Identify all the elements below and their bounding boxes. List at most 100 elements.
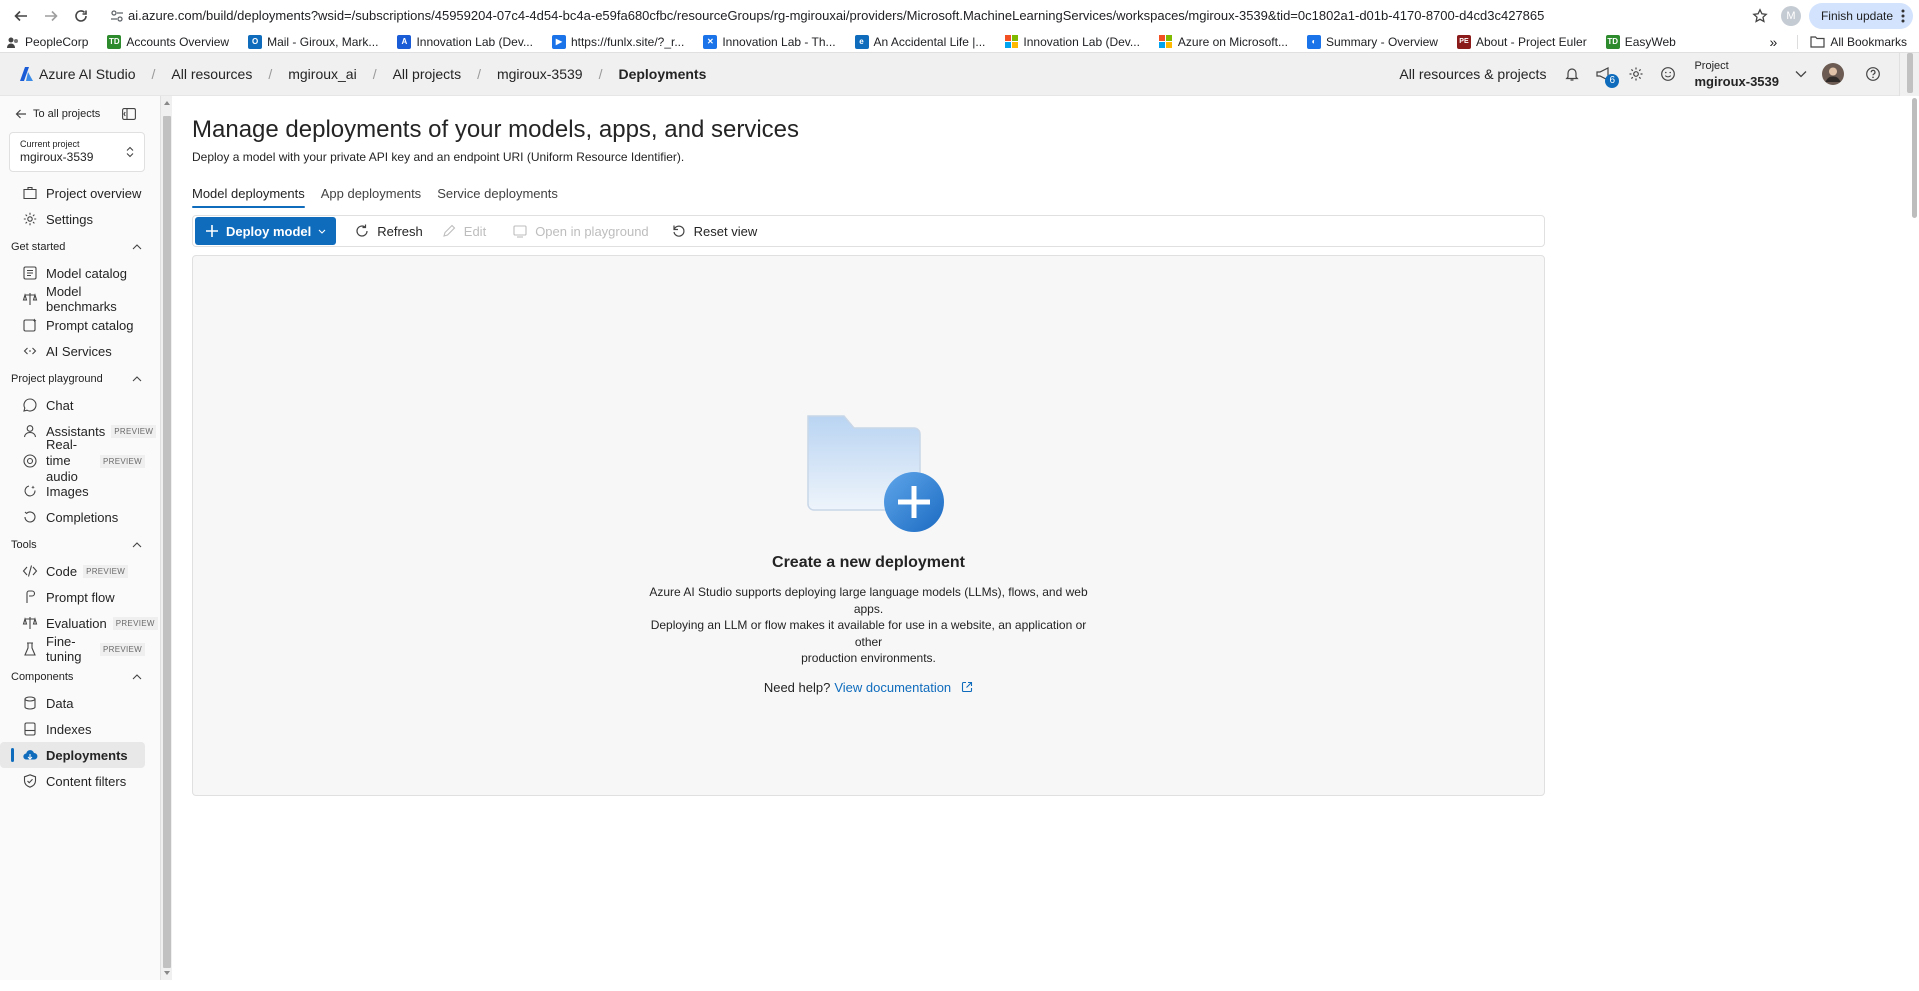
pencil-icon: [441, 223, 457, 239]
project-overview-icon: [22, 185, 38, 201]
help-icon[interactable]: [1857, 58, 1889, 90]
section-get-started[interactable]: Get started: [0, 234, 160, 260]
deployments-cloud-icon: [22, 747, 38, 763]
site-info-icon[interactable]: [106, 9, 128, 23]
sidebar: To all projects Current project mgiroux-…: [0, 96, 160, 980]
sidebar-item-project-overview[interactable]: Project overview: [0, 180, 145, 206]
deploy-model-button[interactable]: Deploy model: [195, 217, 337, 245]
preview-badge: PREVIEW: [100, 642, 145, 656]
images-icon: [22, 483, 38, 499]
help-line: Need help? View documentation: [193, 680, 1544, 695]
sidebar-item-prompt-catalog[interactable]: Prompt catalog: [0, 312, 145, 338]
breadcrumb-separator: /: [151, 66, 156, 82]
sidebar-scrollbar[interactable]: [160, 96, 172, 980]
open-in-playground-button[interactable]: Open in playground: [512, 223, 649, 239]
feedback-smiley-icon[interactable]: [1652, 58, 1684, 90]
sidebar-item-settings[interactable]: Settings: [0, 206, 145, 232]
realtime-audio-icon: [22, 453, 38, 469]
gear-icon[interactable]: [1620, 58, 1652, 90]
section-project-playground[interactable]: Project playground: [0, 366, 160, 392]
back-icon[interactable]: [6, 1, 36, 31]
address-bar[interactable]: ai.azure.com/build/deployments?wsid=/sub…: [106, 2, 1745, 30]
external-link-icon[interactable]: [961, 681, 973, 693]
preview-badge: PREVIEW: [83, 564, 129, 578]
profile-avatar[interactable]: M: [1780, 5, 1801, 26]
breadcrumb-project[interactable]: mgiroux-3539: [497, 66, 583, 82]
project-switcher[interactable]: Project mgiroux-3539: [1694, 59, 1779, 89]
breadcrumb-all-projects[interactable]: All projects: [393, 66, 461, 82]
bookmark-item[interactable]: O Mail - Giroux, Mark...: [248, 34, 378, 49]
bookmark-item[interactable]: PE About - Project Euler: [1456, 34, 1587, 49]
breadcrumb-all-resources[interactable]: All resources: [171, 66, 252, 82]
back-to-projects-link[interactable]: To all projects: [0, 102, 160, 126]
model-catalog-icon: [22, 265, 38, 281]
sidebar-item-images[interactable]: Images: [0, 478, 145, 504]
summary-icon: ◐: [1306, 34, 1321, 49]
bookmark-item[interactable]: Azure on Microsoft...: [1159, 35, 1288, 49]
sidebar-item-fine-tuning[interactable]: Fine-tuning PREVIEW: [0, 634, 145, 664]
sidebar-item-evaluation[interactable]: Evaluation PREVIEW: [0, 610, 158, 636]
main-scrollbar[interactable]: [1910, 96, 1919, 980]
page-scrollbar-top[interactable]: [1899, 52, 1919, 96]
folder-icon: [1810, 35, 1825, 48]
edit-button[interactable]: Edit: [441, 223, 486, 239]
new-folder-illustration: [193, 406, 1544, 536]
indexes-icon: [22, 721, 38, 737]
breadcrumb-resource[interactable]: mgiroux_ai: [288, 66, 356, 82]
finish-update-button[interactable]: Finish update: [1808, 2, 1913, 29]
collapse-panel-icon[interactable]: [122, 108, 136, 120]
section-tools[interactable]: Tools: [0, 532, 160, 558]
sidebar-item-indexes[interactable]: Indexes: [0, 716, 145, 742]
bookmark-item[interactable]: ▶ https://funlx.site/?_r...: [551, 34, 684, 49]
reload-icon[interactable]: [66, 1, 96, 31]
bookmark-item[interactable]: TD EasyWeb: [1605, 34, 1676, 49]
sidebar-item-content-filters[interactable]: Content filters: [0, 768, 145, 794]
tab-app-deployments[interactable]: App deployments: [321, 180, 421, 207]
tab-service-deployments[interactable]: Service deployments: [437, 180, 558, 207]
announcements-icon[interactable]: 6: [1588, 58, 1620, 90]
section-components[interactable]: Components: [0, 664, 160, 690]
azure-icon: A: [397, 34, 412, 49]
chevron-down-icon[interactable]: [1785, 58, 1817, 90]
bookmark-item[interactable]: PeopleCorp: [6, 35, 88, 49]
sidebar-item-chat[interactable]: Chat: [0, 392, 145, 418]
model-benchmarks-icon: [22, 291, 38, 307]
sidebar-item-prompt-flow[interactable]: Prompt flow: [0, 584, 145, 610]
bookmarks-overflow-icon[interactable]: »: [1770, 34, 1778, 50]
reset-view-button[interactable]: Reset view: [671, 223, 757, 239]
notifications-bell-icon[interactable]: [1556, 58, 1588, 90]
sidebar-item-ai-services[interactable]: AI Services: [0, 338, 145, 364]
sidebar-item-data[interactable]: Data: [0, 690, 145, 716]
deployment-tabs: Model deployments App deployments Servic…: [192, 180, 574, 208]
chevron-up-icon: [132, 244, 142, 250]
bookmark-item[interactable]: ◐ Summary - Overview: [1306, 34, 1438, 49]
sidebar-item-deployments[interactable]: Deployments: [0, 742, 145, 768]
chevron-up-icon: [132, 674, 142, 680]
sidebar-item-model-catalog[interactable]: Model catalog: [0, 260, 145, 286]
cross-tool-icon: ✕: [703, 34, 718, 49]
refresh-icon: [354, 223, 370, 239]
view-documentation-link[interactable]: View documentation: [834, 680, 951, 695]
microsoft-logo-icon: [1004, 35, 1018, 49]
sidebar-item-model-benchmarks[interactable]: Model benchmarks: [0, 284, 145, 314]
refresh-button[interactable]: Refresh: [354, 223, 423, 239]
sidebar-item-code[interactable]: Code PREVIEW: [0, 558, 145, 584]
sidebar-scrollbar-thumb[interactable]: [163, 116, 171, 968]
breadcrumb-separator: /: [268, 66, 273, 82]
more-vert-icon: [1901, 9, 1905, 23]
all-bookmarks-button[interactable]: All Bookmarks: [1797, 34, 1907, 49]
user-avatar[interactable]: [1817, 58, 1849, 90]
sidebar-item-completions[interactable]: Completions: [0, 504, 145, 530]
tab-model-deployments[interactable]: Model deployments: [192, 180, 305, 208]
current-project-selector[interactable]: Current project mgiroux-3539: [9, 132, 145, 172]
bookmark-item[interactable]: A Innovation Lab (Dev...: [397, 34, 533, 49]
brand[interactable]: Azure AI Studio: [20, 66, 136, 82]
bookmark-item[interactable]: TD Accounts Overview: [107, 34, 229, 49]
sidebar-item-realtime-audio[interactable]: Real-time audio PREVIEW: [0, 437, 145, 484]
forward-icon[interactable]: [36, 1, 66, 31]
all-resources-projects-link[interactable]: All resources & projects: [1399, 66, 1546, 82]
bookmark-item[interactable]: Innovation Lab (Dev...: [1004, 35, 1140, 49]
bookmark-item[interactable]: ✕ Innovation Lab - Th...: [703, 34, 836, 49]
bookmark-item[interactable]: e An Accidental Life |...: [854, 34, 985, 49]
bookmark-star-icon[interactable]: [1745, 1, 1775, 31]
